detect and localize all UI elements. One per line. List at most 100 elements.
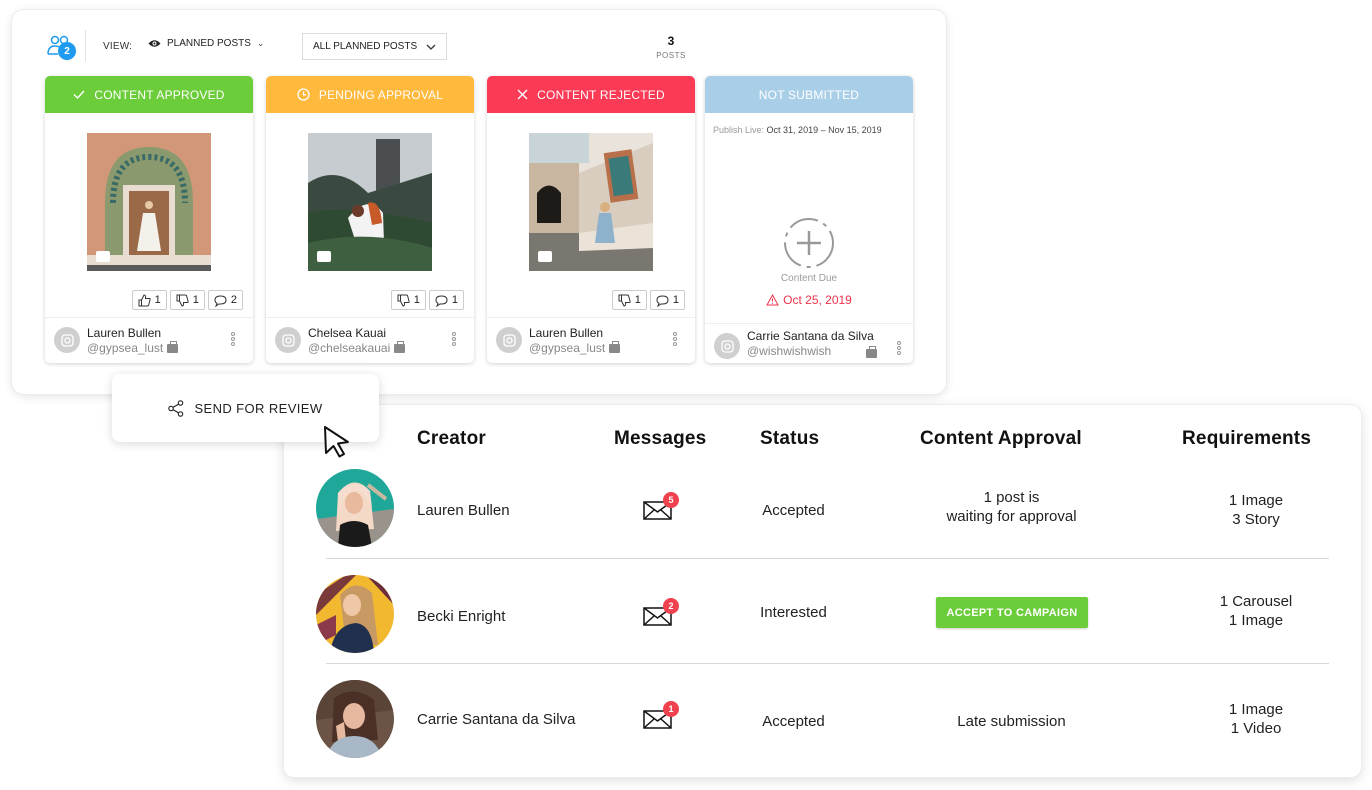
creator-handle: @chelseakauai (308, 340, 406, 355)
creator-avatar[interactable] (316, 680, 394, 758)
publish-live-range: Publish Live: Oct 31, 2019 – Nov 15, 201… (713, 125, 882, 135)
card-body: 1 1 (487, 113, 695, 318)
reactions: 1 1 (390, 290, 464, 310)
table-row[interactable]: Lauren Bullen 5 Accepted 1 post is waiti… (284, 460, 1361, 565)
briefcase-icon (167, 340, 179, 353)
comment-reaction[interactable]: 2 (207, 290, 243, 310)
message-count-badge: 2 (663, 598, 679, 614)
creator-name[interactable]: Lauren Bullen (417, 501, 510, 520)
creator-name: Lauren Bullen (87, 326, 162, 340)
card-footer: Carrie Santana da Silva @wishwishwish (705, 324, 913, 363)
requirements-text: 1 Image 1 Video (1228, 701, 1284, 737)
table-row[interactable]: Becki Enright 2 Interested ACCEPT TO CAM… (284, 565, 1361, 670)
status-label: NOT SUBMITTED (758, 87, 860, 102)
creator-handle: @gypsea_lust (87, 340, 179, 355)
message-count-badge: 5 (663, 492, 679, 508)
row-divider (326, 663, 1329, 664)
reactions: 1 1 2 (131, 290, 243, 310)
image-type-icon (96, 251, 110, 262)
status-label: CONTENT APPROVED (94, 87, 225, 102)
team-count-badge: 2 (58, 42, 76, 60)
status-text: Interested (760, 604, 827, 621)
card-body: 1 1 (266, 113, 474, 318)
posts-count: 3 POSTS (642, 34, 700, 60)
thumbs-down-reaction[interactable]: 1 (169, 290, 205, 310)
more-options-icon[interactable] (897, 341, 901, 357)
column-header-content-approval[interactable]: Content Approval (920, 428, 1082, 450)
share-icon (168, 399, 184, 417)
message-count-badge: 1 (663, 701, 679, 717)
creator-avatar[interactable] (316, 469, 394, 547)
thumbs-up-icon (138, 293, 151, 306)
chevron-down-icon (426, 44, 436, 50)
content-due-label: Content Due (780, 273, 838, 284)
status-label: CONTENT REJECTED (537, 87, 665, 102)
creators-table: Creator Messages Status Content Approval… (284, 405, 1361, 777)
check-icon (73, 90, 85, 99)
more-options-icon[interactable] (231, 332, 235, 348)
post-card[interactable]: PENDING APPROVAL 1 1 Chelsea Kauai @chel… (266, 76, 474, 363)
thumbs-down-reaction[interactable]: 1 (390, 290, 426, 310)
x-icon (517, 89, 528, 100)
briefcase-icon (394, 340, 406, 353)
instagram-icon (275, 327, 301, 353)
column-header-creator[interactable]: Creator (417, 428, 486, 450)
post-image[interactable] (308, 133, 432, 271)
thumbs-down-icon (176, 294, 189, 307)
status-header-rejected: CONTENT REJECTED (487, 76, 695, 113)
comment-reaction[interactable]: 1 (649, 290, 685, 310)
column-header-requirements[interactable]: Requirements (1182, 428, 1311, 450)
toolbar-divider (85, 30, 86, 62)
card-body: Publish Live: Oct 31, 2019 – Nov 15, 201… (705, 113, 913, 324)
thumbs-down-icon (618, 294, 631, 307)
status-header-not-submitted: NOT SUBMITTED (705, 76, 913, 113)
planned-posts-panel: 2 VIEW: PLANNED POSTS ⌄ ALL PLANNED POST… (12, 10, 946, 394)
chevron-down-icon: ⌄ (256, 38, 265, 48)
creator-name[interactable]: Carrie Santana da Silva (417, 710, 575, 729)
add-content-icon[interactable] (782, 216, 836, 270)
instagram-icon (714, 333, 740, 359)
briefcase-icon (609, 340, 621, 353)
column-header-status[interactable]: Status (760, 428, 819, 450)
thumbs-down-reaction[interactable]: 1 (611, 290, 647, 310)
creator-name: Chelsea Kauai (308, 326, 387, 340)
creator-name[interactable]: Becki Enright (417, 607, 505, 626)
column-header-messages[interactable]: Messages (614, 428, 706, 450)
post-card[interactable]: CONTENT APPROVED 1 1 2 Lauren Bullen @gy… (45, 76, 253, 363)
briefcase-icon (866, 346, 877, 358)
more-options-icon[interactable] (452, 332, 456, 348)
reactions: 1 1 (611, 290, 685, 310)
thumbs-up-reaction[interactable]: 1 (131, 290, 167, 310)
instagram-icon (496, 327, 522, 353)
table-row[interactable]: Carrie Santana da Silva 1 Accepted Late … (284, 670, 1361, 775)
view-label: VIEW: (103, 41, 133, 52)
toolbar: 2 VIEW: PLANNED POSTS ⌄ ALL PLANNED POST… (12, 10, 946, 72)
creator-avatar[interactable] (316, 575, 394, 653)
status-header-approved: CONTENT APPROVED (45, 76, 253, 113)
status-header-pending: PENDING APPROVAL (266, 76, 474, 113)
accept-to-campaign-button[interactable]: ACCEPT TO CAMPAIGN (936, 597, 1088, 628)
eye-icon (148, 40, 161, 47)
filter-select[interactable]: ALL PLANNED POSTS (302, 33, 447, 60)
creator-name: Carrie Santana da Silva (747, 329, 874, 343)
clock-icon (297, 88, 310, 101)
creator-handle: @gypsea_lust (529, 340, 621, 355)
comment-icon (214, 294, 227, 307)
card-footer: Lauren Bullen @gypsea_lust (45, 318, 253, 363)
mouse-cursor-icon (324, 426, 349, 458)
view-select[interactable]: PLANNED POSTS ⌄ (148, 38, 264, 49)
more-options-icon[interactable] (673, 332, 677, 348)
post-image[interactable] (529, 133, 653, 271)
card-body: 1 1 2 (45, 113, 253, 318)
status-label: PENDING APPROVAL (318, 87, 444, 102)
post-card[interactable]: CONTENT REJECTED 1 1 Lauren Bullen @gyps… (487, 76, 695, 363)
due-date: Oct 25, 2019 (705, 293, 913, 307)
comment-icon (435, 294, 448, 307)
requirements-text: 1 Image 3 Story (1228, 492, 1284, 528)
post-image[interactable] (87, 133, 211, 271)
comment-reaction[interactable]: 1 (428, 290, 464, 310)
post-card-not-submitted[interactable]: NOT SUBMITTED Publish Live: Oct 31, 2019… (705, 76, 913, 363)
image-type-icon (538, 251, 552, 262)
view-select-value: PLANNED POSTS (167, 38, 251, 49)
comment-icon (656, 294, 669, 307)
